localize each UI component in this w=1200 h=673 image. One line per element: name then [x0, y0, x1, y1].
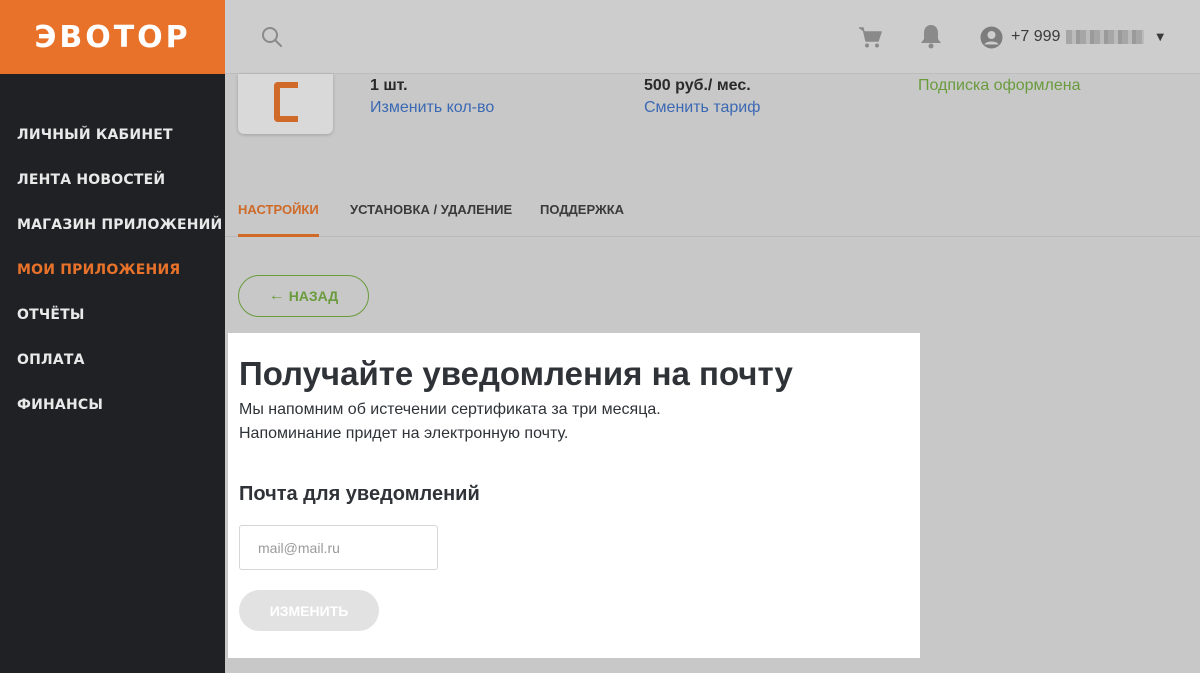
tabs: НАСТРОЙКИ УСТАНОВКА / УДАЛЕНИЕ ПОДДЕРЖКА — [225, 188, 1200, 237]
sidebar-item-finance[interactable]: ФИНАНСЫ — [0, 382, 225, 427]
sidebar-item-my-apps[interactable]: МОИ ПРИЛОЖЕНИЯ — [0, 247, 225, 292]
phone-masked — [1066, 30, 1145, 44]
logo[interactable]: ЭВОТОР — [0, 0, 225, 74]
back-button[interactable]: ← НАЗАД — [238, 275, 369, 317]
tab-support[interactable]: ПОДДЕРЖКА — [540, 188, 624, 237]
price-value: 500 руб./ мес. — [644, 77, 751, 94]
panel-description: Мы напомним об истечении сертификата за … — [239, 398, 661, 446]
change-button[interactable]: ИЗМЕНИТЬ — [239, 590, 379, 631]
sidebar: ЭВОТОР ЛИЧНЫЙ КАБИНЕТ ЛЕНТА НОВОСТЕЙ МАГ… — [0, 0, 225, 673]
tab-settings[interactable]: НАСТРОЙКИ — [238, 188, 319, 237]
bell-icon[interactable] — [919, 23, 943, 49]
sidebar-nav: ЛИЧНЫЙ КАБИНЕТ ЛЕНТА НОВОСТЕЙ МАГАЗИН ПР… — [0, 74, 225, 427]
app-logo-icon — [274, 82, 298, 122]
change-plan-link[interactable]: Сменить тариф — [644, 99, 760, 117]
panel-title: Получайте уведомления на почту — [239, 355, 793, 392]
top-bar: +7 999 ▼ — [225, 0, 1200, 74]
account-phone: +7 999 — [1011, 28, 1061, 45]
app-icon-card — [238, 74, 333, 134]
account-menu[interactable]: +7 999 ▼ — [980, 24, 1164, 50]
user-icon — [980, 26, 1003, 48]
change-quantity-link[interactable]: Изменить кол-во — [370, 99, 494, 117]
search-icon[interactable] — [261, 26, 283, 48]
back-button-label: НАЗАД — [288, 288, 339, 304]
tab-install-uninstall[interactable]: УСТАНОВКА / УДАЛЕНИЕ — [350, 188, 512, 237]
arrow-left-icon: ← — [268, 287, 285, 304]
panel-description-line-2: Напоминание придет на электронную почту. — [239, 425, 569, 442]
sidebar-item-app-store[interactable]: МАГАЗИН ПРИЛОЖЕНИЙ — [0, 202, 225, 247]
logo-text: ЭВОТОР — [34, 19, 191, 55]
email-notification-panel: Получайте уведомления на почту Мы напомн… — [228, 333, 920, 658]
sidebar-item-account[interactable]: ЛИЧНЫЙ КАБИНЕТ — [0, 112, 225, 157]
subscription-status: Подписка оформлена — [918, 77, 1081, 94]
quantity-block: 1 шт. Изменить кол-во — [370, 77, 494, 117]
status-block: Подписка оформлена — [918, 77, 1081, 95]
chevron-down-icon: ▼ — [1156, 31, 1165, 43]
quantity-value: 1 шт. — [370, 77, 408, 94]
price-block: 500 руб./ мес. Сменить тариф — [644, 77, 760, 117]
email-field-label: Почта для уведомлений — [239, 483, 480, 505]
email-field[interactable] — [239, 525, 438, 570]
sidebar-item-news[interactable]: ЛЕНТА НОВОСТЕЙ — [0, 157, 225, 202]
sidebar-item-reports[interactable]: ОТЧЁТЫ — [0, 292, 225, 337]
panel-description-line-1: Мы напомним об истечении сертификата за … — [239, 401, 661, 418]
sidebar-item-payment[interactable]: ОПЛАТА — [0, 337, 225, 382]
cart-icon[interactable] — [857, 24, 883, 50]
